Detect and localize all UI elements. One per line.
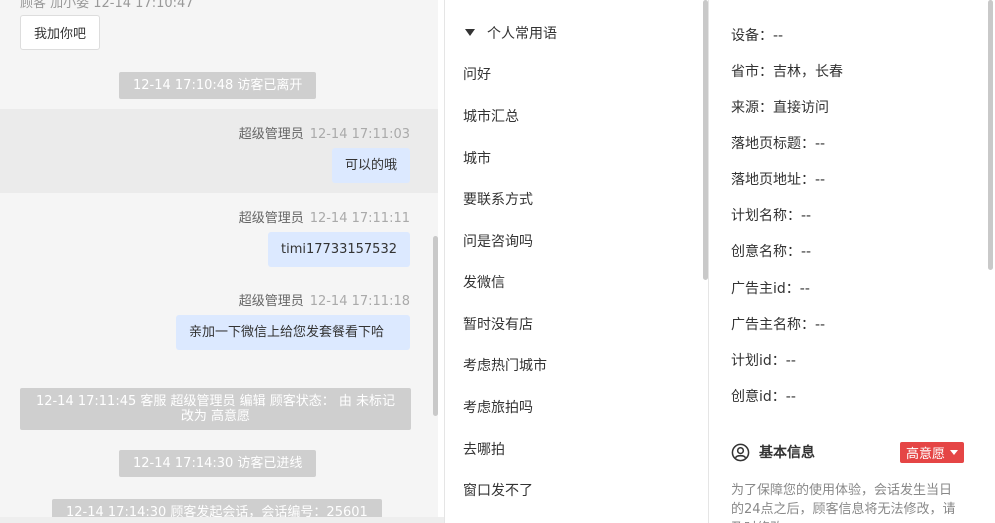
sender-name: 超级管理员: [238, 294, 304, 309]
phrase-item[interactable]: 暂时没有店: [463, 314, 533, 334]
info-advertiser-id: 广告主id：--: [731, 278, 810, 298]
phrase-item[interactable]: 去哪拍: [463, 439, 505, 459]
field-label: 来源：: [731, 100, 773, 116]
field-value: --: [815, 172, 826, 188]
field-label: 设备：: [731, 28, 773, 44]
phrase-group-header[interactable]: 个人常用语: [465, 23, 557, 43]
phrase-item[interactable]: 窗口发不了: [463, 480, 533, 500]
info-province: 省市：吉林，长春: [731, 61, 843, 81]
phrase-item[interactable]: 考虑旅拍吗: [463, 397, 533, 417]
message-meta: 超级管理员 12-14 17:11:03: [239, 123, 410, 142]
field-label: 广告主id：: [731, 281, 800, 297]
caret-down-icon: [950, 450, 959, 455]
field-value: --: [785, 389, 796, 405]
system-message: 12-14 17:10:48 访客已离开: [119, 72, 317, 99]
status-badge-label: 高意愿: [906, 447, 946, 462]
sender-name: 超级管理员: [238, 211, 304, 226]
info-advertiser-name: 广告主名称：--: [731, 314, 825, 334]
phrase-group-title: 个人常用语: [487, 26, 557, 42]
agent-bubble: 可以的哦: [331, 148, 410, 183]
status-badge[interactable]: 高意愿: [900, 442, 965, 463]
phrase-item[interactable]: 发微信: [463, 272, 505, 292]
field-label: 落地页地址：: [731, 172, 815, 188]
edit-notice: 为了保障您的使用体验，会话发生当日的24点之后，顾客信息将无法修改，请及时修改: [731, 483, 956, 523]
field-label: 落地页标题：: [731, 136, 815, 152]
info-landing-url: 落地页地址：--: [731, 169, 825, 189]
info-scrollbar[interactable]: [988, 0, 993, 270]
phrase-item[interactable]: 问好: [463, 64, 491, 84]
field-value: --: [785, 353, 796, 369]
common-phrases-panel: 个人常用语 问好 城市汇总 城市 要联系方式 问是咨询吗 发微信 暂时没有店 考…: [444, 0, 708, 523]
phrase-item[interactable]: 问是咨询吗: [463, 231, 533, 251]
field-value: 吉林，长春: [773, 64, 843, 80]
field-value: --: [815, 317, 826, 333]
message-time: 12-14 17:11:11: [309, 211, 410, 226]
sender-name: 超级管理员: [238, 127, 304, 142]
field-label: 计划id：: [731, 353, 786, 369]
info-creative-name: 创意名称：--: [731, 241, 811, 261]
field-value: 直接访问: [773, 100, 829, 116]
visitor-info-panel: 设备：-- 省市：吉林，长春 来源：直接访问 落地页标题：-- 落地页地址：--…: [708, 0, 995, 523]
partial-header: 顾客 加小姿 12-14 17:10:47: [20, 0, 194, 11]
phrase-item[interactable]: 要联系方式: [463, 189, 533, 209]
phrase-item[interactable]: 城市汇总: [463, 106, 519, 126]
field-value: --: [801, 208, 812, 224]
agent-bubble: timi17733157532: [268, 232, 410, 267]
field-value: --: [801, 244, 812, 260]
field-label: 创意id：: [731, 389, 786, 405]
message-time: 12-14 17:11:03: [309, 127, 410, 142]
section-header: 基本信息: [731, 442, 815, 462]
message-meta: 超级管理员 12-14 17:11:18: [239, 290, 410, 309]
agent-bubble: 亲加一下微信上给您发套餐看下哈: [176, 315, 410, 350]
field-label: 创意名称：: [731, 244, 801, 260]
info-device: 设备：--: [731, 25, 783, 45]
field-value: --: [815, 136, 826, 152]
user-circle-icon: [731, 443, 750, 461]
phrase-item[interactable]: 城市: [463, 148, 491, 168]
system-message: 12-14 17:11:45 客服 超级管理员 编辑 顾客状态： 由 未标记 改…: [20, 388, 411, 430]
section-title: 基本信息: [759, 445, 815, 461]
chat-scrollbar[interactable]: [433, 236, 438, 416]
field-label: 省市：: [731, 64, 773, 80]
field-value: --: [799, 281, 810, 297]
info-creative-id: 创意id：--: [731, 386, 796, 406]
system-message: 12-14 17:14:30 访客已进线: [119, 450, 317, 477]
chat-panel: 顾客 加小姿 12-14 17:10:47 我加你吧 12-14 17:10:4…: [0, 0, 438, 523]
info-plan-name: 计划名称：--: [731, 205, 811, 225]
message-meta: 超级管理员 12-14 17:11:11: [239, 207, 410, 226]
visitor-bubble: 我加你吧: [20, 15, 101, 50]
info-landing-title: 落地页标题：--: [731, 133, 825, 153]
field-label: 广告主名称：: [731, 317, 815, 333]
phrase-item[interactable]: 考虑热门城市: [463, 355, 547, 375]
field-value: --: [773, 28, 784, 44]
message-time: 12-14 17:11:18: [309, 294, 410, 309]
field-label: 计划名称：: [731, 208, 801, 224]
info-plan-id: 计划id：--: [731, 350, 796, 370]
info-source: 来源：直接访问: [731, 97, 829, 117]
caret-down-icon[interactable]: [465, 29, 475, 36]
